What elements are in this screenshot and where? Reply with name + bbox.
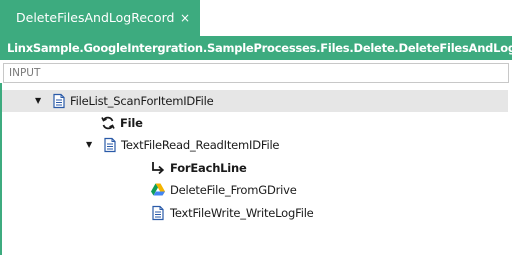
tree-node-label: DeleteFile_FromGDrive bbox=[170, 183, 297, 197]
tree-node-file-loop[interactable]: File bbox=[2, 112, 508, 134]
tree-node-filelist-scan[interactable]: ▼ FileList_ScanForItemIDFile bbox=[2, 90, 508, 112]
tree-node-label: FileList_ScanForItemIDFile bbox=[70, 94, 214, 108]
tree-node-label: TextFileWrite_WriteLogFile bbox=[170, 206, 314, 220]
tab-delete-files-and-log-record[interactable]: DeleteFilesAndLogRecord × bbox=[0, 0, 200, 36]
expanded-arrow-icon[interactable]: ▼ bbox=[33, 90, 43, 112]
close-icon[interactable]: × bbox=[177, 0, 193, 36]
document-icon bbox=[150, 205, 166, 221]
tree-node-textfilewrite[interactable]: TextFileWrite_WriteLogFile bbox=[2, 202, 508, 224]
tab-title: DeleteFilesAndLogRecord bbox=[16, 10, 175, 25]
process-path-bar: LinxSample.GoogleIntergration.SampleProc… bbox=[0, 36, 512, 60]
tree-node-textfileread[interactable]: ▼ TextFileRead_ReadItemIDFile bbox=[2, 134, 508, 156]
expanded-arrow-icon[interactable]: ▼ bbox=[84, 134, 94, 156]
document-icon bbox=[51, 93, 67, 109]
tree-node-label: ForEachLine bbox=[170, 161, 247, 175]
input-section-header[interactable]: INPUT bbox=[3, 63, 509, 83]
google-drive-icon bbox=[150, 182, 166, 198]
document-icon bbox=[102, 137, 118, 153]
tree-node-label: File bbox=[120, 116, 143, 130]
tree-node-label: TextFileRead_ReadItemIDFile bbox=[121, 138, 280, 152]
loop-icon bbox=[100, 115, 116, 131]
tab-strip: DeleteFilesAndLogRecord × bbox=[0, 0, 512, 36]
return-arrow-icon bbox=[150, 160, 166, 176]
tree-node-foreachline[interactable]: ForEachLine bbox=[2, 157, 508, 179]
tree-node-deletefile-gdrive[interactable]: DeleteFile_FromGDrive bbox=[2, 179, 508, 201]
